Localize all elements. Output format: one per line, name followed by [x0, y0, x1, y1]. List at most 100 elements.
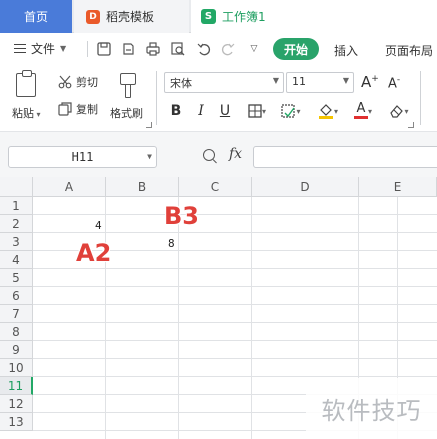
- row-header-active[interactable]: 11: [0, 377, 33, 395]
- clipboard-dialog-launcher[interactable]: [146, 122, 152, 128]
- tab-workbook[interactable]: S 工作簿1: [191, 0, 437, 33]
- cell-b3[interactable]: 8: [168, 237, 175, 250]
- insert-function-button[interactable]: fx: [229, 146, 242, 162]
- paint-bucket-icon: [318, 104, 333, 119]
- decrease-font-size-label: A: [388, 76, 397, 92]
- row-header[interactable]: 4: [0, 251, 33, 269]
- cell-style-icon: [281, 104, 296, 118]
- format-painter-button[interactable]: 格式刷: [110, 73, 143, 121]
- row-header[interactable]: 13: [0, 413, 33, 431]
- column-header-c[interactable]: C: [179, 177, 252, 197]
- font-name-select[interactable]: 宋体 ▼: [164, 72, 284, 93]
- chevron-down-icon: ▼: [60, 44, 67, 53]
- print-preview-icon[interactable]: [170, 41, 186, 57]
- font-dialog-launcher[interactable]: [408, 122, 414, 128]
- tab-home-label: 首页: [23, 10, 48, 24]
- name-box[interactable]: H11 ▼: [8, 146, 157, 168]
- divider: [87, 41, 88, 57]
- tab-template[interactable]: D 稻壳模板: [74, 0, 189, 33]
- chevron-down-icon: ▼: [342, 76, 349, 85]
- ribbon: 粘贴 ▾ 剪切 复制 格式刷 宋体 ▼ 11 ▼ A+ A- B I U ▾ ▾…: [0, 65, 437, 132]
- tab-workbook-label: 工作簿1: [222, 10, 266, 24]
- divider: [156, 71, 157, 125]
- file-menu[interactable]: 文件 ▼: [14, 40, 66, 57]
- underline-button[interactable]: U: [217, 101, 233, 121]
- row-header[interactable]: 10: [0, 359, 33, 377]
- font-color-label: A: [356, 101, 366, 116]
- select-all-corner[interactable]: [0, 177, 33, 197]
- save-icon[interactable]: [96, 41, 112, 57]
- row-header[interactable]: 7: [0, 305, 33, 323]
- export-icon[interactable]: [120, 41, 136, 57]
- font-name-value: 宋体: [170, 77, 192, 90]
- chevron-down-icon: ▾: [333, 106, 338, 116]
- decrease-font-size-button[interactable]: A-: [388, 75, 400, 91]
- chevron-down-icon: ▾: [34, 110, 41, 119]
- formula-bar: H11 ▼ fx: [0, 132, 437, 177]
- eraser-icon: [390, 105, 404, 118]
- hamburger-icon: [14, 44, 26, 53]
- tab-bar: 首页 D 稻壳模板 S 工作簿1: [0, 0, 437, 33]
- customize-toolbar-icon[interactable]: ▽: [246, 41, 262, 57]
- font-color-swatch: [353, 116, 368, 119]
- menu-bar: 文件 ▼ ▽ 开始 插入 页面布局: [0, 33, 437, 65]
- zoom-icon[interactable]: [203, 149, 215, 161]
- font-color-button[interactable]: A ▾: [350, 101, 376, 121]
- file-menu-label: 文件: [31, 42, 56, 56]
- chevron-down-icon: ▾: [261, 106, 266, 116]
- row-header[interactable]: 8: [0, 323, 33, 341]
- annotation-b3: B3: [164, 202, 199, 230]
- divider: [420, 71, 421, 125]
- watermark: 软件技巧: [306, 378, 437, 439]
- cut-label: 剪切: [76, 76, 98, 89]
- borders-button[interactable]: ▾: [245, 101, 269, 121]
- tab-home[interactable]: 首页: [0, 0, 72, 33]
- tab-insert[interactable]: 插入: [334, 42, 358, 59]
- clear-button[interactable]: ▾: [385, 101, 413, 121]
- row-header[interactable]: 6: [0, 287, 33, 305]
- bold-button[interactable]: B: [168, 101, 184, 121]
- borders-icon: [248, 104, 262, 118]
- print-icon[interactable]: [145, 41, 161, 57]
- row-header[interactable]: 9: [0, 341, 33, 359]
- undo-icon[interactable]: [196, 41, 212, 57]
- paste-button[interactable]: 粘贴 ▾: [12, 70, 41, 121]
- column-header-b[interactable]: B: [106, 177, 179, 197]
- increase-font-size-button[interactable]: A+: [361, 73, 379, 91]
- chevron-down-icon: ▼: [272, 76, 279, 85]
- column-header-e[interactable]: E: [359, 177, 437, 197]
- cut-button[interactable]: 剪切: [58, 74, 98, 90]
- cell-a2[interactable]: 4: [95, 219, 102, 232]
- format-painter-label: 格式刷: [110, 107, 143, 120]
- column-header-a[interactable]: A: [33, 177, 106, 197]
- cell-style-button[interactable]: ▾: [278, 101, 304, 121]
- copy-icon: [58, 102, 72, 116]
- tab-start[interactable]: 开始: [273, 38, 319, 60]
- font-size-value: 11: [292, 75, 306, 88]
- annotation-a2: A2: [76, 239, 112, 267]
- tab-template-label: 稻壳模板: [106, 10, 155, 24]
- copy-label: 复制: [76, 103, 98, 116]
- chevron-down-icon: ▼: [147, 152, 152, 161]
- redo-icon[interactable]: [220, 41, 236, 57]
- chevron-down-icon: ▾: [367, 106, 372, 116]
- column-header-d[interactable]: D: [252, 177, 359, 197]
- chevron-down-icon: ▾: [296, 106, 301, 116]
- copy-button[interactable]: 复制: [58, 101, 98, 117]
- font-size-select[interactable]: 11 ▼: [286, 72, 354, 93]
- italic-button[interactable]: I: [193, 101, 209, 121]
- tab-page-layout[interactable]: 页面布局: [385, 42, 433, 59]
- formula-input[interactable]: [253, 146, 437, 168]
- paste-label: 粘贴: [12, 107, 34, 120]
- row-header[interactable]: 5: [0, 269, 33, 287]
- name-box-value: H11: [71, 150, 94, 164]
- fill-color-button[interactable]: ▾: [313, 101, 343, 121]
- row-header[interactable]: 2: [0, 215, 33, 233]
- docer-icon: D: [86, 9, 100, 24]
- chevron-down-icon: ▾: [404, 106, 409, 116]
- spreadsheet-icon: S: [201, 9, 216, 24]
- increase-font-size-label: A: [361, 73, 372, 91]
- row-header[interactable]: 1: [0, 197, 33, 215]
- row-header[interactable]: 3: [0, 233, 33, 251]
- row-header[interactable]: 12: [0, 395, 33, 413]
